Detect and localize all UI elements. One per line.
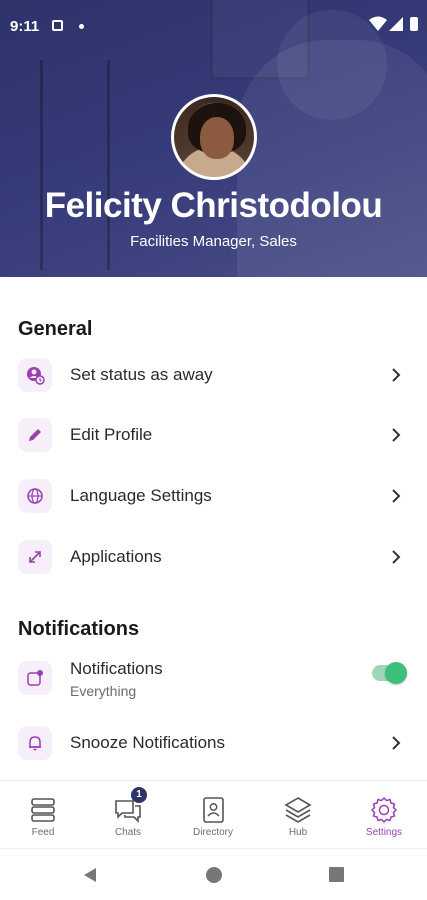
status-time: 9:11 <box>10 18 40 35</box>
tab-chats[interactable]: 1 Chats <box>93 787 163 838</box>
gear-icon <box>370 796 398 824</box>
signal-icon <box>389 17 403 31</box>
notifications-sublabel: Everything <box>70 683 137 699</box>
recents-icon[interactable] <box>329 867 344 882</box>
notifications-row[interactable]: Notifications Everything <box>0 653 427 709</box>
pencil-icon <box>18 418 52 452</box>
applications-row[interactable]: Applications <box>0 532 427 588</box>
tab-feed[interactable]: Feed <box>8 795 78 838</box>
system-nav-bar <box>0 848 427 900</box>
bell-icon <box>18 726 52 760</box>
profile-subtitle: Facilities Manager, Sales <box>130 233 297 250</box>
profile-header: 9:11 Felicity Christodolou Facilities Ma… <box>0 0 427 277</box>
chevron-right-icon <box>392 368 401 382</box>
globe-icon <box>18 479 52 513</box>
chats-unread-badge: 1 <box>131 787 147 803</box>
set-status-away-label: Set status as away <box>70 365 213 384</box>
edit-profile-row[interactable]: Edit Profile <box>0 410 427 466</box>
tab-chats-label: Chats <box>114 827 142 838</box>
tab-directory[interactable]: Directory <box>178 795 248 838</box>
layers-icon <box>284 797 312 823</box>
tab-directory-label: Directory <box>192 827 233 838</box>
snooze-notifications-row[interactable]: Snooze Notifications <box>0 718 427 774</box>
chevron-right-icon <box>392 489 401 503</box>
avatar-face <box>200 117 234 159</box>
tab-feed-label: Feed <box>31 827 55 838</box>
external-link-icon <box>18 540 52 574</box>
tab-settings[interactable]: Settings <box>349 795 419 838</box>
feed-icon <box>31 798 55 822</box>
notifications-toggle[interactable] <box>372 662 407 684</box>
language-settings-label: Language Settings <box>70 486 212 505</box>
notifications-label: Notifications <box>70 659 163 678</box>
notification-status-icon <box>52 20 63 31</box>
profile-name: Felicity Christodolou <box>44 186 383 225</box>
section-title-general: General <box>18 318 93 340</box>
notification-badge-icon <box>18 661 52 695</box>
battery-icon <box>410 17 418 31</box>
bottom-tab-bar: Feed 1 Chats Directory Hub Settings <box>0 780 427 848</box>
language-settings-row[interactable]: Language Settings <box>0 471 427 527</box>
back-icon[interactable] <box>82 867 98 883</box>
tab-hub[interactable]: Hub <box>263 795 333 838</box>
status-away-icon <box>18 358 52 392</box>
applications-label: Applications <box>70 547 162 566</box>
tab-hub-label: Hub <box>288 827 308 838</box>
directory-icon <box>203 797 224 823</box>
status-bar: 9:11 <box>0 0 427 44</box>
set-status-away-row[interactable]: Set status as away <box>0 350 427 406</box>
wifi-icon <box>369 16 387 31</box>
section-title-notifications: Notifications <box>18 618 140 640</box>
home-icon[interactable] <box>206 867 222 883</box>
chevron-right-icon <box>392 428 401 442</box>
chevron-right-icon <box>392 550 401 564</box>
tab-settings-label: Settings <box>365 827 403 838</box>
snooze-notifications-label: Snooze Notifications <box>70 733 225 752</box>
avatar[interactable] <box>171 94 257 180</box>
toggle-knob <box>385 662 407 684</box>
chevron-right-icon <box>392 736 401 750</box>
edit-profile-label: Edit Profile <box>70 425 153 444</box>
dot-status-icon <box>79 24 84 29</box>
